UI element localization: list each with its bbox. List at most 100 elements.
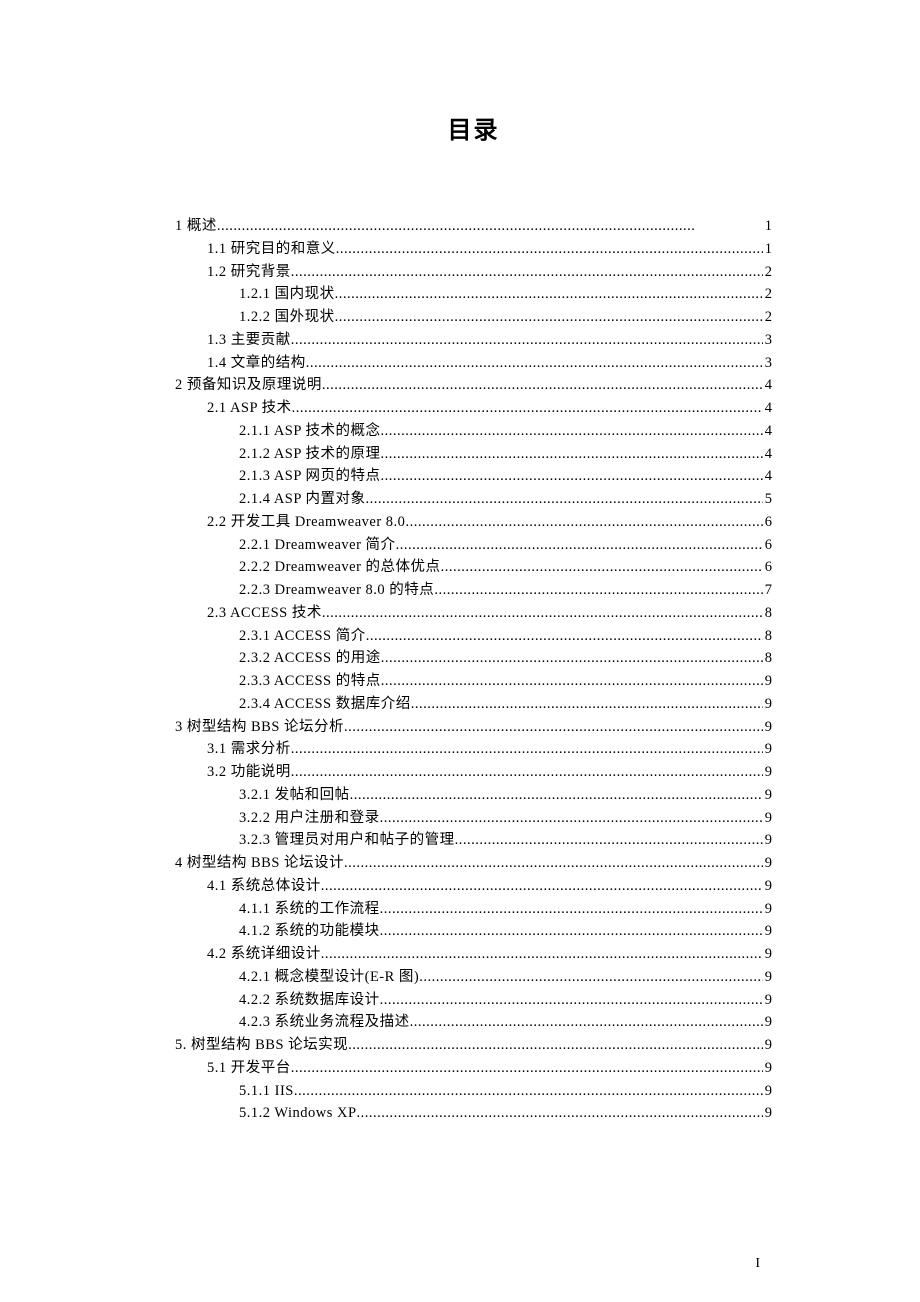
toc-leader-dots [350, 784, 763, 807]
toc-entry[interactable]: 5. 树型结构 BBS 论坛实现9 [175, 1034, 772, 1057]
toc-entry-label: 4.1.1 系统的工作流程 [239, 898, 380, 921]
toc-entry[interactable]: 2.1.1 ASP 技术的概念 4 [175, 420, 772, 443]
toc-entry[interactable]: 2.1 ASP 技术 4 [175, 397, 772, 420]
toc-entry-page: 4 [763, 420, 772, 443]
toc-entry-label: 5.1.2 Windows XP [239, 1102, 357, 1125]
toc-entry[interactable]: 1.1 研究目的和意义 1 [175, 238, 772, 261]
toc-leader-dots [335, 306, 763, 329]
toc-entry-page: 9 [763, 784, 772, 807]
toc-entry[interactable]: 3.2.3 管理员对用户和帖子的管理9 [175, 829, 772, 852]
toc-leader-dots [217, 215, 763, 238]
toc-entry[interactable]: 2.3.2 ACCESS 的用途 8 [175, 647, 772, 670]
toc-entry[interactable]: 5.1.2 Windows XP9 [175, 1102, 772, 1125]
toc-entry-label: 5.1 开发平台 [207, 1057, 291, 1080]
toc-entry[interactable]: 4.1 系统总体设计 9 [175, 875, 772, 898]
toc-entry[interactable]: 4.2.3 系统业务流程及描述 9 [175, 1011, 772, 1034]
toc-entry[interactable]: 1 概述 1 [175, 215, 772, 238]
toc-entry-label: 2.1.3 ASP 网页的特点 [239, 465, 381, 488]
toc-entry[interactable]: 4.2.2 系统数据库设计 9 [175, 989, 772, 1012]
toc-entry-label: 1.2 研究背景 [207, 261, 291, 284]
toc-entry-label: 2.2.2 Dreamweaver 的总体优点 [239, 556, 441, 579]
toc-leader-dots [357, 1102, 763, 1125]
toc-entry[interactable]: 2.2.3 Dreamweaver 8.0 的特点 7 [175, 579, 772, 602]
toc-entry-page: 2 [763, 306, 772, 329]
toc-entry-label: 3.2 功能说明 [207, 761, 291, 784]
toc-entry-label: 3.2.3 管理员对用户和帖子的管理 [239, 829, 455, 852]
toc-entry-label: 1.2.1 国内现状 [239, 283, 335, 306]
toc-leader-dots [380, 807, 763, 830]
toc-entry[interactable]: 2.2 开发工具 Dreamweaver 8.06 [175, 511, 772, 534]
toc-entry[interactable]: 2.2.1 Dreamweaver 简介6 [175, 534, 772, 557]
toc-entry-page: 8 [763, 647, 772, 670]
toc-leader-dots [366, 625, 763, 648]
toc-entry[interactable]: 4.1.2 系统的功能模块 9 [175, 920, 772, 943]
toc-leader-dots [348, 1034, 763, 1057]
toc-entry-label: 4.2.3 系统业务流程及描述 [239, 1011, 410, 1034]
toc-entry[interactable]: 3.2 功能说明 9 [175, 761, 772, 784]
toc-entry-label: 1.4 文章的结构 [207, 352, 306, 375]
toc-leader-dots [291, 738, 763, 761]
toc-leader-dots [291, 261, 763, 284]
toc-entry-page: 8 [763, 602, 772, 625]
toc-entry-label: 4.1 系统总体设计 [207, 875, 321, 898]
toc-entry-label: 3.2.2 用户注册和登录 [239, 807, 380, 830]
toc-entry-page: 8 [763, 625, 772, 648]
toc-entry[interactable]: 3.2.2 用户注册和登录9 [175, 807, 772, 830]
toc-entry[interactable]: 5.1.1 IIS9 [175, 1080, 772, 1103]
toc-entry[interactable]: 4 树型结构 BBS 论坛设计 9 [175, 852, 772, 875]
toc-leader-dots [410, 1011, 763, 1034]
toc-leader-dots [405, 511, 762, 534]
toc-entry[interactable]: 2 预备知识及原理说明 4 [175, 374, 772, 397]
toc-entry-page: 9 [763, 761, 772, 784]
toc-entry[interactable]: 3 树型结构 BBS 论坛分析9 [175, 716, 772, 739]
toc-entry[interactable]: 2.1.4 ASP 内置对象 5 [175, 488, 772, 511]
toc-entry-page: 6 [763, 556, 772, 579]
toc-entry-page: 2 [763, 283, 772, 306]
toc-leader-dots [292, 397, 763, 420]
toc-entry[interactable]: 4.2 系统详细设计 9 [175, 943, 772, 966]
toc-entry-page: 9 [763, 875, 772, 898]
toc-leader-dots [321, 875, 763, 898]
toc-entry[interactable]: 2.3 ACCESS 技术 8 [175, 602, 772, 625]
toc-leader-dots [419, 966, 762, 989]
toc-entry-label: 4.2.2 系统数据库设计 [239, 989, 380, 1012]
toc-entry-label: 4.2.1 概念模型设计(E-R 图) [239, 966, 419, 989]
toc-entry-label: 2.1.1 ASP 技术的概念 [239, 420, 381, 443]
toc-entry[interactable]: 2.3.1 ACCESS 简介 8 [175, 625, 772, 648]
toc-leader-dots [381, 420, 763, 443]
toc-entry[interactable]: 2.1.2 ASP 技术的原理 4 [175, 443, 772, 466]
toc-entry-page: 6 [763, 534, 772, 557]
toc-entry-label: 5. 树型结构 BBS 论坛实现 [175, 1034, 348, 1057]
toc-entry[interactable]: 1.4 文章的结构 3 [175, 352, 772, 375]
toc-entry-page: 9 [763, 989, 772, 1012]
toc-entry-label: 4 树型结构 BBS 论坛设计 [175, 852, 344, 875]
toc-entry[interactable]: 1.3 主要贡献 3 [175, 329, 772, 352]
toc-entry[interactable]: 4.2.1 概念模型设计(E-R 图)9 [175, 966, 772, 989]
toc-entry[interactable]: 5.1 开发平台 9 [175, 1057, 772, 1080]
toc-leader-dots [380, 898, 763, 921]
toc-entry-page: 4 [763, 443, 772, 466]
toc-entry[interactable]: 2.3.4 ACCESS 数据库介绍 9 [175, 693, 772, 716]
toc-leader-dots [335, 283, 763, 306]
toc-entry-page: 7 [763, 579, 772, 602]
toc-entry-label: 2.1.2 ASP 技术的原理 [239, 443, 381, 466]
toc-entry[interactable]: 1.2.2 国外现状 2 [175, 306, 772, 329]
toc-entry[interactable]: 1.2 研究背景 2 [175, 261, 772, 284]
toc-entry-page: 9 [763, 716, 772, 739]
toc-leader-dots [322, 374, 763, 397]
toc-entry-label: 4.1.2 系统的功能模块 [239, 920, 380, 943]
toc-entry[interactable]: 2.2.2 Dreamweaver 的总体优点 6 [175, 556, 772, 579]
toc-entry-label: 1 概述 [175, 215, 217, 238]
toc-entry[interactable]: 3.2.1 发帖和回帖 9 [175, 784, 772, 807]
toc-entry-page: 9 [763, 852, 772, 875]
toc-entry[interactable]: 4.1.1 系统的工作流程 9 [175, 898, 772, 921]
toc-entry[interactable]: 1.2.1 国内现状 2 [175, 283, 772, 306]
toc-leader-dots [366, 488, 763, 511]
toc-leader-dots [291, 1057, 763, 1080]
toc-entry-label: 3.2.1 发帖和回帖 [239, 784, 350, 807]
toc-entry[interactable]: 2.3.3 ACCESS 的特点 9 [175, 670, 772, 693]
toc-entry[interactable]: 2.1.3 ASP 网页的特点 4 [175, 465, 772, 488]
toc-entry-label: 2.1 ASP 技术 [207, 397, 292, 420]
toc-entry-label: 2.3.1 ACCESS 简介 [239, 625, 366, 648]
toc-entry[interactable]: 3.1 需求分析 9 [175, 738, 772, 761]
